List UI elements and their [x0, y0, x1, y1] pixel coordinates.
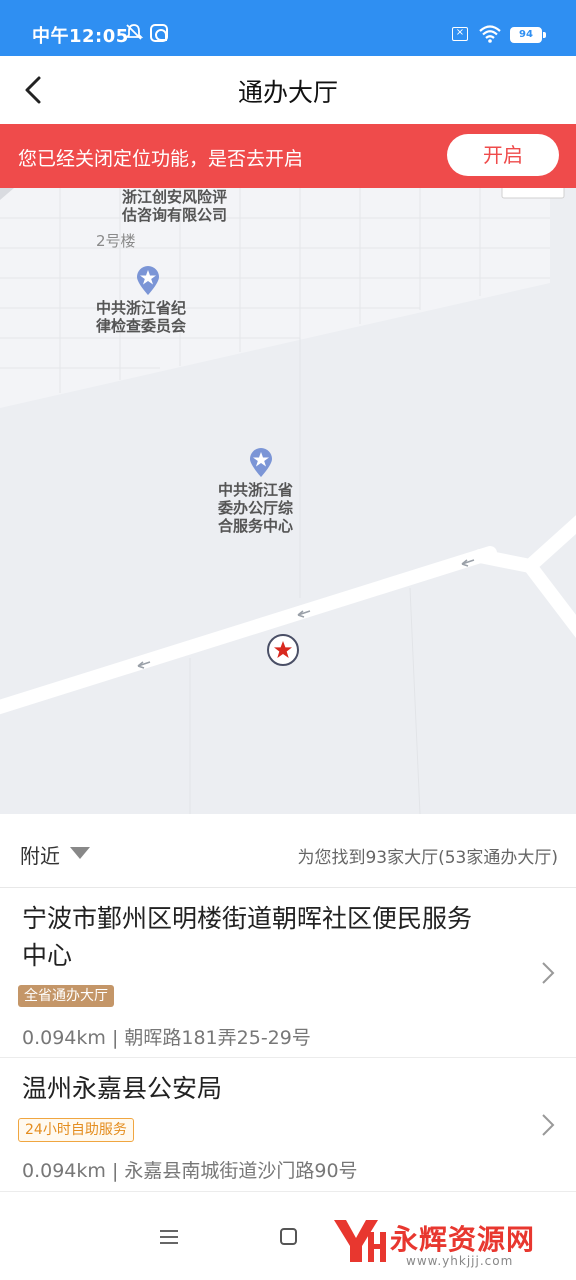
list-item[interactable]: 宁波市鄞州区明楼街道朝晖社区便民服务 中心 全省通办大厅 0.094km | 朝…: [0, 888, 576, 1058]
map-label-line: 中共浙江省纪: [96, 299, 187, 317]
map-label-line: 中共浙江省: [218, 481, 294, 499]
caret-down-icon[interactable]: [70, 847, 90, 859]
chevron-right-icon: [542, 1114, 555, 1136]
enable-location-button[interactable]: 开启: [447, 134, 559, 176]
home-icon[interactable]: [280, 1228, 297, 1245]
map-label-poi-1: 中共浙江省纪 律检查委员会: [96, 299, 186, 335]
tag-badge: 全省通办大厅: [18, 985, 114, 1007]
map-label-company: 浙江创安风险评 估咨询有限公司: [122, 188, 227, 224]
list-item[interactable]: 温州永嘉县公安局 24小时自助服务 0.094km | 永嘉县南城街道沙门路90…: [0, 1058, 576, 1192]
map-label-line: 估咨询有限公司: [122, 206, 228, 224]
map-label-poi-2: 中共浙江省 委办公厅综 合服务中心: [218, 481, 293, 535]
map-label-line: 浙江创安风险评: [122, 188, 228, 206]
bell-off-icon: [124, 24, 144, 40]
map-label-line: 律检查委员会: [96, 317, 187, 335]
status-time: 中午12:05: [32, 26, 129, 47]
watermark: 永辉资源网 www.yhkjjj.com: [330, 1214, 570, 1272]
hall-name: 温州永嘉县公安局: [22, 1074, 223, 1103]
watermark-url: www.yhkjjj.com: [406, 1254, 514, 1268]
filter-row: 附近 为您找到93家大厅(53家通办大厅): [0, 814, 576, 888]
menu-icon[interactable]: [160, 1230, 178, 1244]
system-nav-bar: 永辉资源网 www.yhkjjj.com: [0, 1192, 576, 1280]
chevron-right-icon: [542, 962, 555, 984]
poi-star-pin-icon[interactable]: [135, 266, 161, 296]
watermark-logo: [334, 1220, 386, 1262]
result-summary: 为您找到93家大厅(53家通办大厅): [297, 848, 558, 868]
hall-address: 0.094km | 永嘉县南城街道沙门路90号: [22, 1160, 358, 1182]
status-bar: 中午12:05 × 94: [0, 0, 576, 56]
tag-badge: 24小时自助服务: [18, 1118, 134, 1142]
map-label-line: 合服务中心: [218, 517, 294, 535]
nearby-filter[interactable]: 附近: [20, 840, 60, 869]
current-location-marker-icon[interactable]: [266, 633, 300, 667]
page-title: 通办大厅: [237, 78, 338, 107]
app-header: 通办大厅: [0, 56, 576, 124]
hall-name-line: 中心: [22, 941, 73, 970]
map-label-building: 2号楼: [96, 232, 136, 250]
hall-name: 宁波市鄞州区明楼街道朝晖社区便民服务 中心: [22, 900, 532, 974]
map-label-line: 委办公厅综: [218, 499, 294, 517]
wifi-icon: [479, 25, 501, 43]
hall-name-line: 宁波市鄞州区明楼街道朝晖社区便民服务: [22, 904, 473, 933]
sim-off-icon: ×: [452, 27, 468, 41]
battery-icon: 94: [510, 27, 546, 43]
poi-star-pin-icon[interactable]: [248, 448, 274, 478]
hall-address: 0.094km | 朝晖路181弄25-29号: [22, 1027, 311, 1049]
watermark-text: 永辉资源网: [390, 1223, 536, 1256]
alert-message: 您已经关闭定位功能，是否去开启: [18, 148, 304, 170]
hall-list: 宁波市鄞州区明楼街道朝晖社区便民服务 中心 全省通办大厅 0.094km | 朝…: [0, 888, 576, 1192]
app-notification-icon: [150, 24, 168, 42]
map-view[interactable]: 浙江创安风险评 估咨询有限公司 2号楼 中共浙江省纪 律检查委员会 中共浙江省 …: [0, 188, 576, 814]
location-alert: 您已经关闭定位功能，是否去开启 开启: [0, 124, 576, 188]
